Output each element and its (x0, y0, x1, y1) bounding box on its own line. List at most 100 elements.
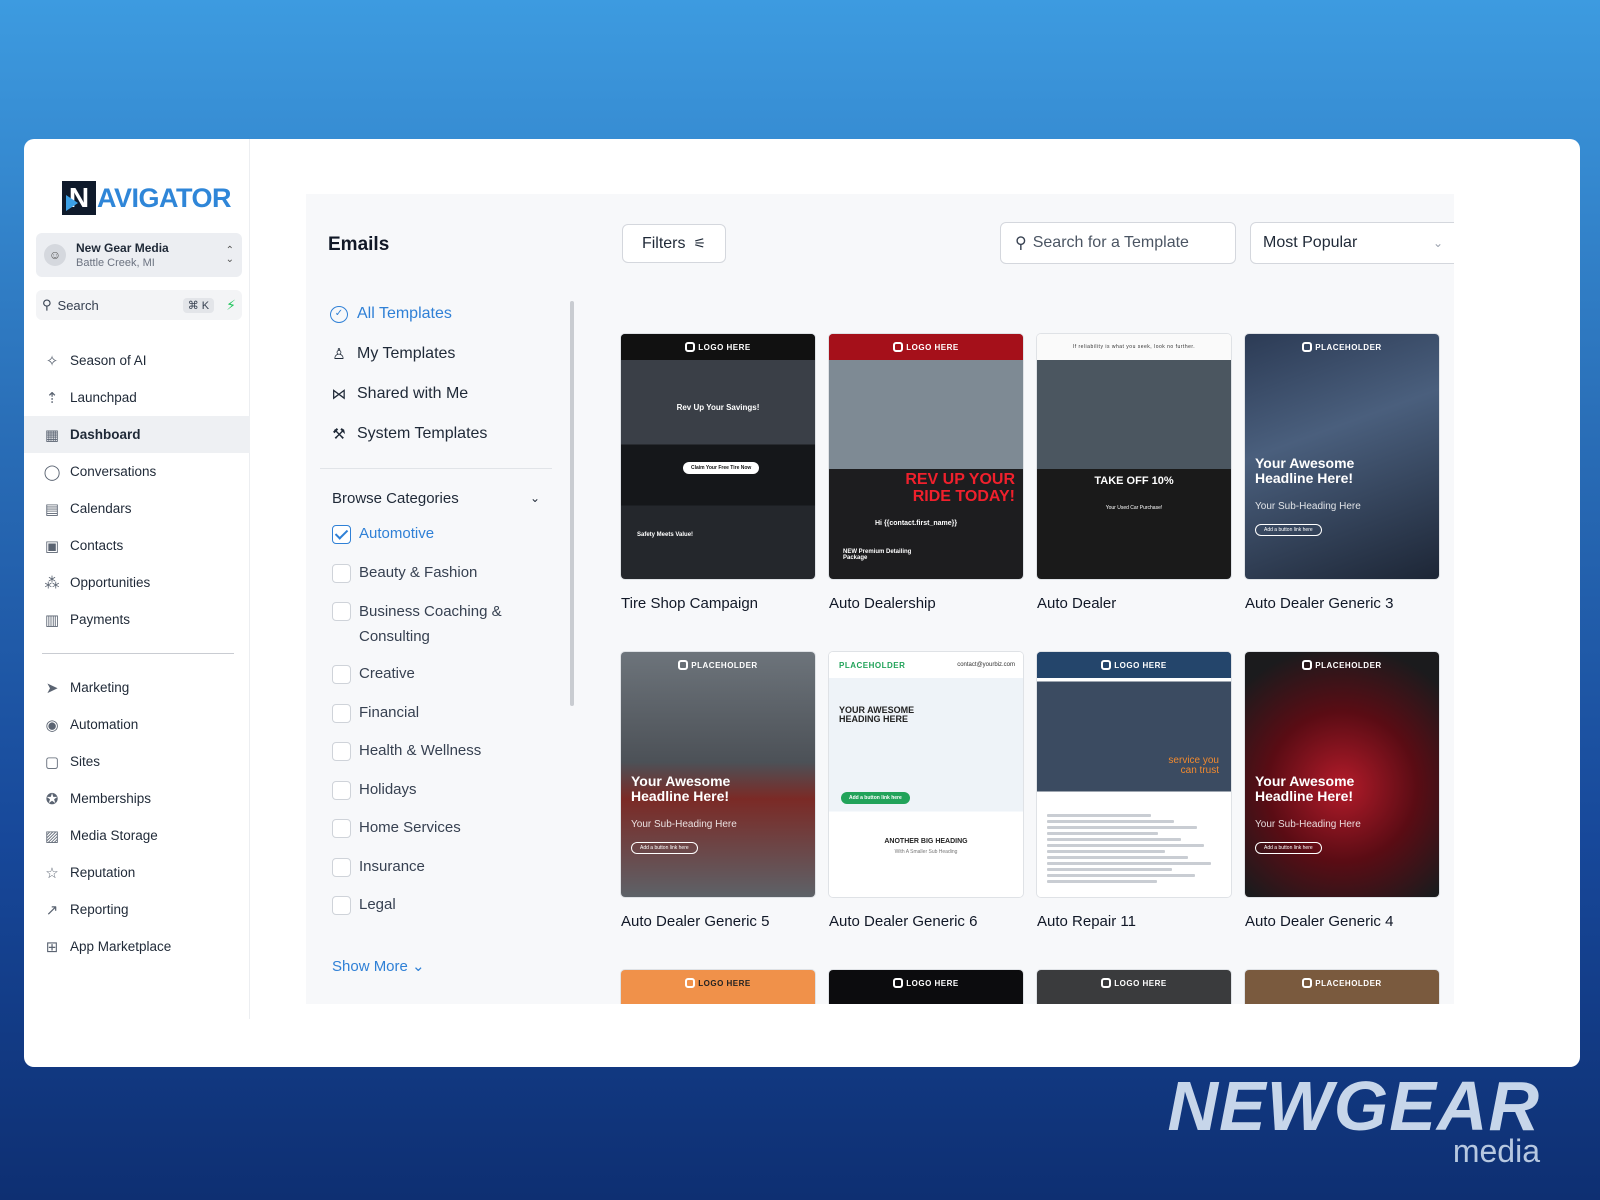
template-thumbnail[interactable]: PLACEHOLDER Your Awesome Headline Here! Yo… (621, 652, 815, 897)
category-label: Insurance (359, 857, 425, 875)
category-label: Business Coaching & Consulting (359, 603, 502, 645)
category-checkbox[interactable] (332, 780, 351, 800)
user-icon: ♙ (332, 346, 346, 363)
template-thumbnail[interactable]: PLACEHOLDER Your Awesome Headline Here! Yo… (1245, 652, 1439, 897)
template-thumbnail[interactable]: LOGO HERE service you can trust (1037, 652, 1231, 897)
category-checkbox[interactable] (332, 819, 351, 838)
sidebar-item-marketing[interactable]: ➤ Marketing (24, 669, 250, 706)
category-checkbox[interactable] (332, 563, 351, 583)
category-legal[interactable]: Legal (320, 896, 570, 935)
category-financial[interactable]: Financial (320, 703, 570, 743)
logo-placeholder-icon (678, 660, 689, 670)
template-search-input[interactable]: ⚲ Search for a Template (1000, 222, 1236, 264)
template-card[interactable]: LOGO HERE (1037, 970, 1231, 1004)
thumb-header: PLACEHOLDER (1245, 334, 1439, 360)
template-card[interactable]: PLACEHOLDER Your Awesome Headline Here! Yo… (621, 652, 815, 930)
template-card[interactable]: LOGO HERE Rev Up Your Savings! Safety Meet… (621, 334, 815, 612)
trend-icon: ↗ (45, 901, 59, 919)
sidebar-item-dashboard[interactable]: ▦ Dashboard (24, 416, 250, 453)
template-filter-my-templates[interactable]: ♙ My Templates (320, 334, 570, 374)
category-checkbox[interactable] (332, 703, 351, 723)
sidebar-item-app-marketplace[interactable]: ⊞ App Marketplace (24, 928, 250, 965)
logo-placeholder-icon (1302, 660, 1313, 670)
template-thumbnail[interactable]: If reliability is what you seek, look no… (1037, 334, 1231, 579)
template-filter-all-templates[interactable]: ✓ All Templates (320, 294, 570, 334)
template-card[interactable]: PLACEHOLDER Your Awesome Headline Here! Yo… (1245, 334, 1439, 612)
thumb-subheading: Your Sub-Heading Here (1255, 819, 1361, 830)
navigator-logo[interactable]: N AVIGATOR (62, 181, 232, 215)
bolt-icon[interactable]: ⚡ (226, 297, 236, 314)
template-name: Tire Shop Campaign (621, 595, 759, 612)
filters-button[interactable]: Filters ⚟ (622, 224, 726, 263)
category-insurance[interactable]: Insurance (320, 857, 570, 897)
category-checkbox[interactable] (332, 896, 351, 915)
template-filter-shared-with-me[interactable]: ⋈ Shared with Me (320, 374, 570, 414)
sidebar-item-sites[interactable]: ▢ Sites (24, 743, 250, 780)
template-filter-system-templates[interactable]: ⚒ System Templates (320, 414, 570, 454)
sidebar-search-label: Search (57, 297, 99, 313)
template-thumbnail[interactable]: LOGO HERE REV UP YOUR RIDE TODAY! Hi {{con… (829, 334, 1023, 579)
sidebar-item-calendars[interactable]: ▤ Calendars (24, 490, 250, 527)
template-card[interactable]: PLACEHOLDER contact@yourbiz.com YOUR AWESO… (829, 652, 1023, 930)
sidebar-item-conversations[interactable]: ◯ Conversations (24, 453, 250, 490)
category-checkbox[interactable] (332, 742, 351, 761)
template-card[interactable]: LOGO HERE REV UP YOUR RIDE TODAY! Hi {{con… (829, 334, 1023, 612)
category-checkbox[interactable] (332, 525, 351, 544)
category-checkbox[interactable] (332, 665, 351, 684)
category-checkbox[interactable] (332, 602, 351, 621)
check-circle-icon: ✓ (330, 305, 348, 323)
thumb-headline: Your Awesome Headline Here! (1255, 773, 1355, 804)
template-thumbnail[interactable]: PLACEHOLDER contact@yourbiz.com YOUR AWESO… (829, 652, 1023, 897)
category-business-coaching-consulting[interactable]: Business Coaching & Consulting (320, 602, 570, 665)
template-card[interactable]: PLACEHOLDER Your Awesome Headline Here! Yo… (1245, 652, 1439, 930)
chat-icon: ◯ (43, 463, 61, 481)
show-more-label: Show More (332, 957, 408, 975)
sidebar-item-automation[interactable]: ◉ Automation (24, 706, 250, 743)
category-checkbox[interactable] (332, 857, 351, 877)
template-name: Auto Repair 11 (1037, 913, 1136, 930)
search-shortcut: ⌘ K (182, 297, 215, 313)
category-health-wellness[interactable]: Health & Wellness (320, 742, 570, 781)
sidebar-item-memberships[interactable]: ✪ Memberships (24, 780, 250, 817)
sidebar-item-reporting[interactable]: ↗ Reporting (24, 891, 250, 928)
sidebar-item-opportunities[interactable]: ⁂ Opportunities (24, 564, 250, 601)
logo-mark: N (62, 181, 96, 215)
template-card[interactable]: PLACEHOLDER (1245, 970, 1439, 1004)
sort-select[interactable]: Most Popular ⌄ (1250, 222, 1454, 264)
sidebar-search[interactable]: ⚲ Search ⌘ K ⚡ (36, 290, 242, 320)
browse-categories-toggle[interactable]: Browse Categories ⌄ (320, 483, 552, 513)
template-thumbnail[interactable]: LOGO HERE Rev Up Your Savings! Safety Meet… (621, 334, 815, 579)
sidebar-item-payments[interactable]: ▥ Payments (24, 601, 250, 638)
category-beauty-fashion[interactable]: Beauty & Fashion (320, 563, 570, 603)
template-thumbnail[interactable]: LOGO HERE (1037, 970, 1231, 1004)
thumb-header-text: PLACEHOLDER (1315, 342, 1382, 352)
sidebar-item-contacts[interactable]: ▣ Contacts (24, 527, 250, 564)
thumb-header-text: LOGO HERE (698, 978, 751, 988)
category-home-services[interactable]: Home Services (320, 819, 570, 858)
sidebar-item-season-of-ai[interactable]: ✧ Season of AI (24, 342, 250, 379)
template-thumbnail[interactable]: PLACEHOLDER (1245, 970, 1439, 1004)
logo-placeholder-icon (893, 342, 904, 352)
sidebar-item-launchpad[interactable]: ⇡ Launchpad (24, 379, 250, 416)
template-thumbnail[interactable]: LOGO HERE (829, 970, 1023, 1004)
category-creative[interactable]: Creative (320, 665, 570, 704)
show-more-link[interactable]: Show More ⌄ (320, 957, 570, 975)
template-filter-label: My Templates (357, 345, 456, 362)
sidebar-item-reputation[interactable]: ☆ Reputation (24, 854, 250, 891)
category-automotive[interactable]: Automotive (320, 525, 570, 564)
thumb-header: PLACEHOLDER (621, 652, 815, 678)
template-card[interactable]: LOGO HERE (829, 970, 1023, 1004)
template-thumbnail[interactable]: LOGO HERE (621, 970, 815, 1004)
thumb-header: LOGO HERE (829, 334, 1023, 360)
account-switcher[interactable]: ☺ New Gear Media Battle Creek, MI ⌃ ⌄ (36, 233, 242, 277)
thumb-header-text: PLACEHOLDER (691, 660, 758, 670)
template-thumbnail[interactable]: PLACEHOLDER Your Awesome Headline Here! Yo… (1245, 334, 1439, 579)
template-filter-label: Shared with Me (357, 385, 469, 402)
sidebar-item-media-storage[interactable]: ▨ Media Storage (24, 817, 250, 854)
category-holidays[interactable]: Holidays (320, 780, 570, 820)
template-card[interactable]: If reliability is what you seek, look no… (1037, 334, 1231, 612)
template-card[interactable]: LOGO HERE service you can trust Auto Repai… (1037, 652, 1231, 930)
logo-placeholder-icon (1101, 978, 1112, 988)
template-card[interactable]: LOGO HERE (621, 970, 815, 1004)
category-scrollbar[interactable] (570, 301, 574, 706)
